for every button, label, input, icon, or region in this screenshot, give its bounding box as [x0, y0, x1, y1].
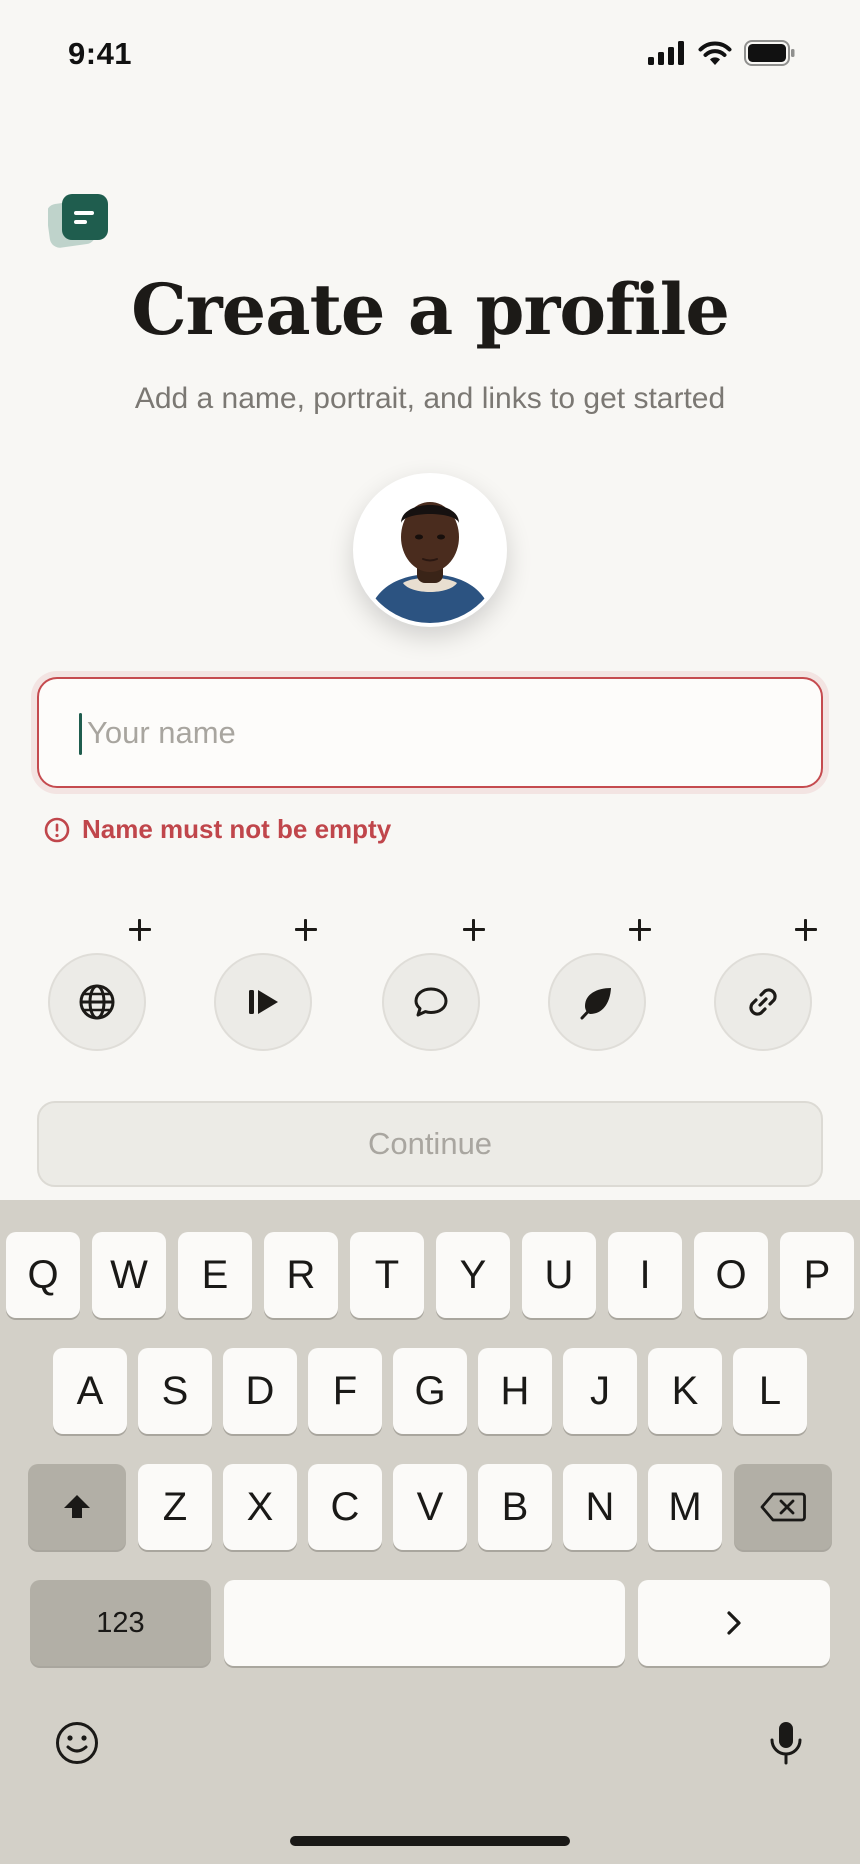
backspace-icon: [760, 1492, 806, 1522]
error-text: Name must not be empty: [82, 814, 392, 844]
portrait-image: [357, 477, 503, 623]
chevron-right-icon: [727, 1611, 741, 1635]
error-message: Name must not be empty: [44, 814, 391, 845]
key-c[interactable]: C: [308, 1464, 382, 1550]
key-q[interactable]: Q: [6, 1232, 80, 1318]
space-key[interactable]: [224, 1580, 625, 1666]
key-l[interactable]: L: [733, 1348, 807, 1434]
battery-icon: [744, 40, 795, 66]
add-social-button[interactable]: [382, 953, 480, 1051]
alert-circle-icon: [44, 817, 70, 842]
wifi-icon: [698, 41, 732, 65]
key-s[interactable]: S: [138, 1348, 212, 1434]
plus-icon: [625, 915, 655, 945]
add-link-button[interactable]: [714, 953, 812, 1051]
key-f[interactable]: F: [308, 1348, 382, 1434]
key-x[interactable]: X: [223, 1464, 297, 1550]
key-r[interactable]: R: [264, 1232, 338, 1318]
microphone-icon[interactable]: [768, 1720, 804, 1766]
key-p[interactable]: P: [780, 1232, 854, 1318]
status-bar: 9:41: [0, 0, 860, 110]
status-time: 9:41: [68, 36, 133, 71]
home-indicator: [290, 1836, 570, 1846]
link-icon: [749, 988, 777, 1016]
continue-button[interactable]: Continue: [37, 1101, 823, 1187]
play-icon: [249, 990, 278, 1014]
delete-key[interactable]: [734, 1464, 832, 1550]
leaf-icon: [580, 988, 611, 1020]
key-d[interactable]: D: [223, 1348, 297, 1434]
key-j[interactable]: J: [563, 1348, 637, 1434]
add-leaf-link-button[interactable]: [548, 953, 646, 1051]
shift-icon: [64, 1495, 90, 1518]
plus-icon: [125, 915, 155, 945]
numbers-key[interactable]: 123: [30, 1580, 211, 1666]
key-w[interactable]: W: [92, 1232, 166, 1318]
key-h[interactable]: H: [478, 1348, 552, 1434]
key-t[interactable]: T: [350, 1232, 424, 1318]
cellular-signal-icon: [648, 41, 684, 65]
key-u[interactable]: U: [522, 1232, 596, 1318]
key-i[interactable]: I: [608, 1232, 682, 1318]
key-n[interactable]: N: [563, 1464, 637, 1550]
add-website-button[interactable]: [48, 953, 146, 1051]
page-subtitle: Add a name, portrait, and links to get s…: [134, 382, 726, 415]
key-k[interactable]: K: [648, 1348, 722, 1434]
globe-icon: [79, 984, 115, 1020]
link-buttons: [0, 915, 860, 1051]
add-video-button[interactable]: [214, 953, 312, 1051]
chat-bubble-icon: [414, 987, 448, 1017]
key-e[interactable]: E: [178, 1232, 252, 1318]
text-caret: [79, 713, 82, 755]
status-icons: [648, 40, 796, 66]
key-v[interactable]: V: [393, 1464, 467, 1550]
return-key[interactable]: [638, 1580, 830, 1666]
plus-icon: [791, 915, 821, 945]
key-z[interactable]: Z: [138, 1464, 212, 1550]
app-logo-icon: [48, 194, 108, 248]
key-b[interactable]: B: [478, 1464, 552, 1550]
emoji-icon[interactable]: [54, 1720, 100, 1766]
shift-key[interactable]: [28, 1464, 126, 1550]
key-m[interactable]: M: [648, 1464, 722, 1550]
name-field[interactable]: [37, 677, 823, 788]
avatar[interactable]: [353, 473, 507, 627]
key-a[interactable]: A: [53, 1348, 127, 1434]
key-o[interactable]: O: [694, 1232, 768, 1318]
name-input[interactable]: [87, 679, 807, 786]
key-y[interactable]: Y: [436, 1232, 510, 1318]
page-title: Create a profile: [131, 268, 730, 351]
key-g[interactable]: G: [393, 1348, 467, 1434]
plus-icon: [291, 915, 321, 945]
plus-icon: [459, 915, 489, 945]
